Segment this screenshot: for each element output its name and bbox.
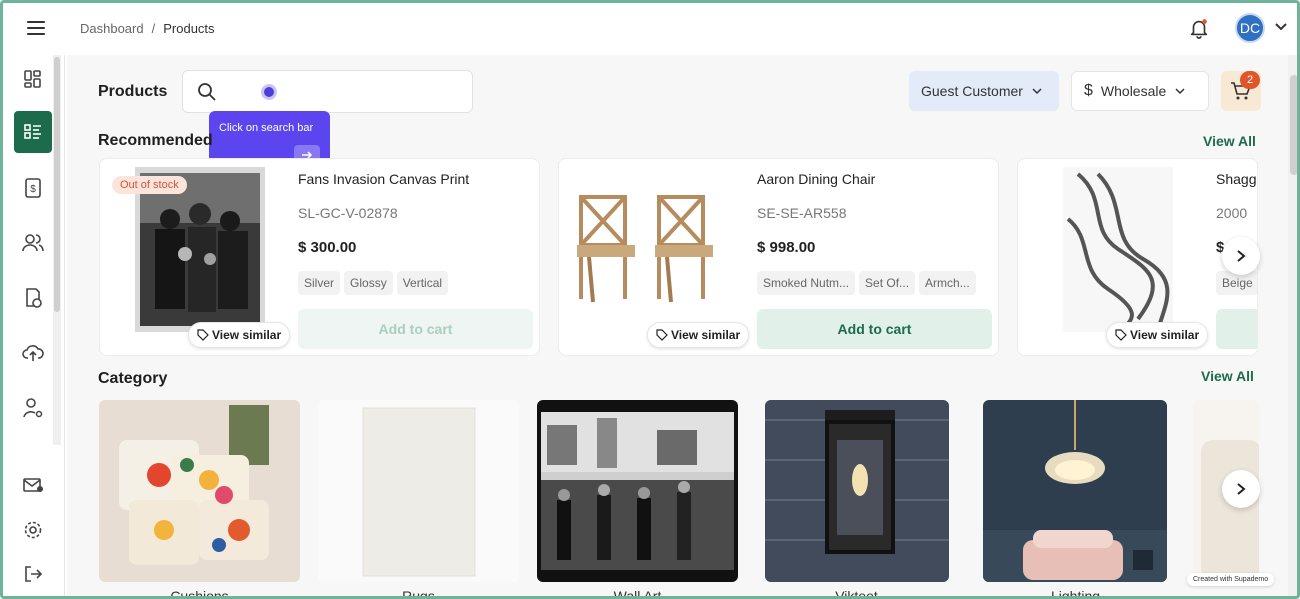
category-card-vikteet[interactable] (765, 400, 949, 582)
search-bar[interactable] (182, 70, 473, 113)
product-sku: 2000 (1216, 205, 1248, 221)
category-image (99, 400, 300, 582)
add-to-cart-button[interactable] (1216, 309, 1257, 349)
product-sku: SE-SE-AR558 (757, 205, 847, 221)
product-card[interactable]: Aaron Dining Chair SE-SE-AR558 $ 998.00 … (558, 158, 999, 356)
search-icon (198, 83, 216, 101)
chevron-right-icon (1237, 250, 1246, 262)
tag-icon (197, 329, 209, 341)
click-indicator (261, 84, 277, 100)
category-label: Vikteet (835, 588, 878, 599)
mail-icon[interactable] (21, 473, 45, 497)
breadcrumb-dashboard[interactable]: Dashboard (80, 21, 144, 36)
product-tag: Glossy (344, 271, 393, 295)
product-tag: Smoked Nutm... (757, 271, 856, 295)
chevron-right-icon (1237, 483, 1246, 495)
view-similar-button[interactable]: View similar (188, 322, 291, 348)
carousel-next-button[interactable] (1222, 237, 1260, 275)
product-sku: SL-GC-V-02878 (298, 205, 398, 221)
customers-icon[interactable] (21, 231, 45, 255)
view-similar-label: View similar (1130, 328, 1200, 342)
sidebar-scrollbar[interactable] (53, 55, 61, 445)
category-card-rugs[interactable] (318, 400, 519, 582)
view-similar-button[interactable]: View similar (647, 322, 750, 348)
product-name: Aaron Dining Chair (757, 171, 876, 187)
view-similar-label: View similar (671, 328, 741, 342)
product-tag: Armch... (919, 271, 976, 295)
category-view-all[interactable]: View All (1201, 368, 1254, 384)
chevron-down-icon (1175, 88, 1185, 95)
chevron-down-icon[interactable] (1274, 19, 1288, 33)
top-bar: Dashboard / Products DC (3, 3, 1297, 55)
view-similar-button[interactable]: View similar (1106, 322, 1209, 348)
category-label: Cushions (170, 588, 229, 599)
breadcrumb-products: Products (163, 21, 215, 36)
add-to-cart-button[interactable]: Add to cart (757, 309, 992, 349)
price-type-select[interactable]: $ Wholesale (1071, 71, 1209, 111)
dollar-icon: $ (1084, 82, 1093, 99)
upload-icon[interactable] (21, 341, 45, 365)
customer-select-value: Guest Customer (921, 83, 1023, 99)
tag-icon (1115, 329, 1127, 341)
category-label: Rugs (402, 588, 435, 599)
category-image (983, 400, 1167, 582)
cart-count-badge: 2 (1240, 71, 1260, 89)
main-scrollbar[interactable] (1288, 55, 1297, 596)
chevron-down-icon (1032, 88, 1042, 95)
product-tag: Silver (298, 271, 341, 295)
category-image (318, 400, 519, 582)
search-input[interactable] (223, 79, 463, 105)
price-type-value: Wholesale (1100, 83, 1167, 99)
add-to-cart-button[interactable]: Add to cart (298, 309, 533, 349)
customer-select[interactable]: Guest Customer (909, 71, 1059, 111)
recommended-view-all[interactable]: View All (1203, 133, 1256, 149)
category-label: Lighting (1050, 588, 1101, 599)
product-tag: Set Of... (859, 271, 916, 295)
tag-icon (656, 329, 668, 341)
avatar[interactable]: DC (1235, 13, 1265, 43)
breadcrumb: Dashboard / Products (80, 21, 215, 36)
invoice-icon[interactable]: $ (21, 176, 45, 200)
bell-icon[interactable] (1188, 16, 1210, 40)
breadcrumb-separator: / (151, 21, 156, 36)
settings-icon[interactable] (21, 518, 45, 542)
category-card-wall-art[interactable] (537, 400, 738, 582)
products-icon[interactable] (14, 111, 52, 153)
svg-text:$: $ (30, 184, 36, 195)
product-tags: Silver Glossy Vertical (298, 271, 449, 295)
reports-icon[interactable] (21, 286, 45, 310)
product-card[interactable]: Out of stock Fans Invasion Canvas Print … (99, 158, 540, 356)
category-card-cushions[interactable] (99, 400, 300, 582)
category-title: Category (98, 370, 168, 387)
app-frame: Dashboard / Products DC $ Products Click… (0, 0, 1300, 599)
category-label: Wall Art (613, 588, 662, 599)
recommended-title: Recommended (98, 132, 213, 149)
product-name: Fans Invasion Canvas Print (298, 171, 470, 187)
product-price: $ 998.00 (757, 239, 816, 256)
logout-icon[interactable] (21, 562, 45, 586)
category-image (537, 400, 738, 582)
category-image (765, 400, 949, 582)
category-card-lighting[interactable] (983, 400, 1167, 582)
product-tag: Vertical (396, 271, 449, 295)
sidebar: $ (3, 55, 65, 596)
out-of-stock-badge: Out of stock (112, 176, 187, 194)
user-settings-icon[interactable] (21, 396, 45, 420)
menu-icon[interactable] (27, 21, 45, 35)
product-tags: Smoked Nutm... Set Of... Armch... (757, 271, 976, 295)
supademo-badge[interactable]: Created with Supademo (1187, 573, 1275, 586)
product-name: Shagg (1216, 171, 1257, 187)
dashboard-icon[interactable] (21, 67, 45, 91)
product-price: $ 300.00 (298, 239, 357, 256)
page-title: Products (98, 83, 168, 100)
tooltip-text: Click on search bar (219, 122, 314, 134)
category-next-button[interactable] (1222, 470, 1260, 508)
view-similar-label: View similar (212, 328, 282, 342)
